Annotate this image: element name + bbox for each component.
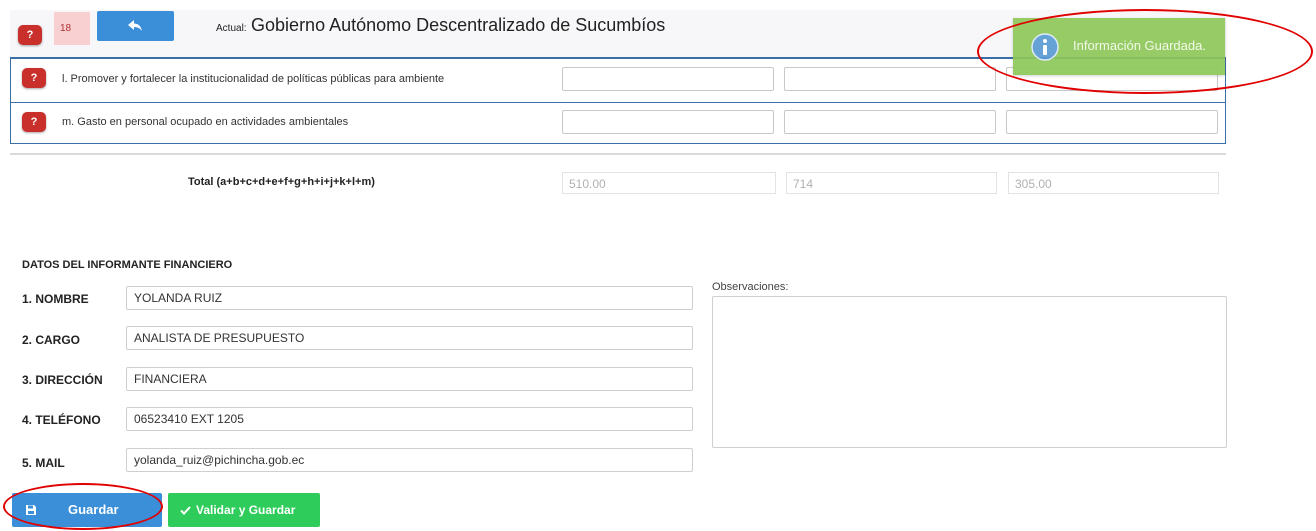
row-help-button[interactable]: ?	[22, 68, 46, 88]
save-button-label: Guardar	[68, 502, 119, 517]
total-label: Total (a+b+c+d+e+f+g+h+i+j+k+l+m)	[188, 176, 375, 188]
validate-and-save-button[interactable]: Validar y Guardar	[168, 493, 320, 527]
row-l-input-2[interactable]	[784, 67, 996, 91]
direccion-label: 3. DIRECCIÓN	[22, 373, 103, 387]
cargo-input[interactable]: ANALISTA DE PRESUPUESTO	[126, 326, 693, 350]
entity-name: Gobierno Autónomo Descentralizado de Suc…	[251, 15, 666, 35]
entity-title: Actual: Gobierno Autónomo Descentralizad…	[216, 15, 665, 36]
save-button[interactable]: Guardar	[12, 493, 162, 527]
back-arrow-icon	[128, 20, 142, 31]
row-m-input-3[interactable]	[1006, 110, 1218, 134]
total-value-3: 305.00	[1008, 172, 1219, 194]
record-counter-badge: 18	[54, 12, 90, 45]
row-label: m. Gasto en personal ocupado en activida…	[62, 116, 349, 128]
nombre-input[interactable]: YOLANDA RUIZ	[126, 286, 693, 310]
notification-text: Información Guardada.	[1073, 38, 1206, 53]
mail-input[interactable]: yolanda_ruiz@pichincha.gob.ec	[126, 448, 693, 472]
row-l-input-1[interactable]	[562, 67, 774, 91]
row-label: l. Promover y fortalecer la instituciona…	[62, 73, 445, 85]
nombre-label: 1. NOMBRE	[22, 292, 89, 306]
row-help-button[interactable]: ?	[22, 112, 46, 132]
observations-textarea[interactable]	[712, 296, 1227, 448]
direccion-input[interactable]: FINANCIERA	[126, 367, 693, 391]
validate-button-label: Validar y Guardar	[196, 503, 296, 517]
section-title: DATOS DEL INFORMANTE FINANCIERO	[22, 259, 233, 271]
telefono-input[interactable]: 06523410 EXT 1205	[126, 407, 693, 431]
telefono-label: 4. TELÉFONO	[22, 413, 101, 427]
header-help-button[interactable]: ?	[18, 25, 42, 45]
observations-label: Observaciones:	[712, 281, 789, 293]
total-value-2: 714	[786, 172, 997, 194]
notification-toast: Información Guardada.	[1013, 18, 1225, 75]
info-icon	[1031, 33, 1059, 61]
mail-label: 5. MAIL	[22, 456, 65, 470]
cargo-label: 2. CARGO	[22, 333, 81, 347]
row-m-input-1[interactable]	[562, 110, 774, 134]
total-value-1: 510.00	[562, 172, 776, 194]
actual-prefix: Actual:	[216, 23, 247, 34]
floppy-disk-icon	[26, 505, 36, 515]
section-divider	[10, 153, 1226, 155]
row-m-input-2[interactable]	[784, 110, 996, 134]
checkmark-icon	[180, 506, 191, 515]
back-button[interactable]	[97, 11, 174, 41]
